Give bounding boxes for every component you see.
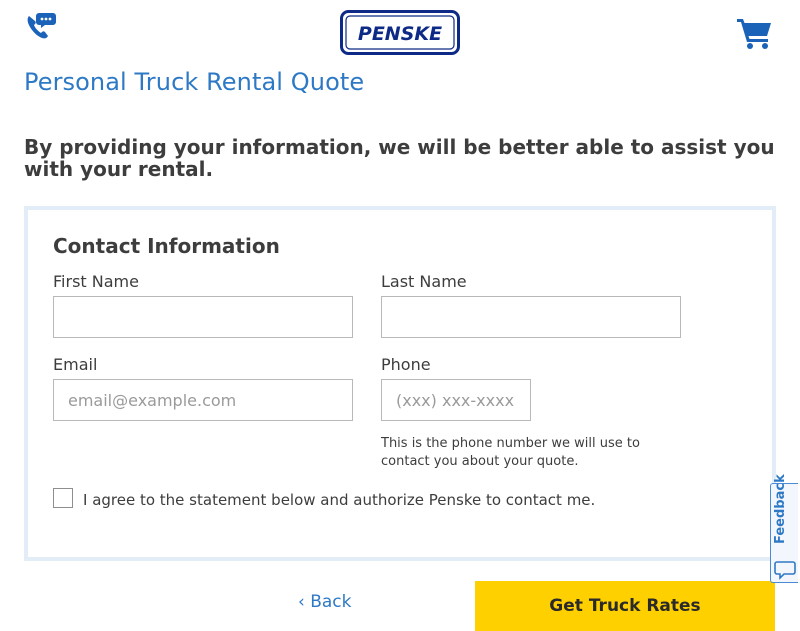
contact-information-card: Contact Information First Name Last Name…	[24, 206, 776, 561]
feedback-tab[interactable]: Feedback	[770, 474, 798, 583]
penske-logo[interactable]: PENSKE	[340, 10, 460, 55]
consent-checkbox[interactable]	[53, 488, 73, 508]
phone-hint: This is the phone number we will use to …	[381, 436, 640, 469]
section-title: Contact Information	[53, 234, 280, 258]
get-truck-rates-button[interactable]: Get Truck Rates	[475, 581, 775, 631]
shopping-cart-icon[interactable]	[736, 16, 774, 50]
first-name-label: First Name	[53, 272, 139, 291]
last-name-input[interactable]	[381, 296, 681, 338]
phone-chat-icon[interactable]	[24, 10, 56, 42]
last-name-label: Last Name	[381, 272, 467, 291]
phone-label: Phone	[381, 355, 431, 374]
page-title: Personal Truck Rental Quote	[24, 68, 365, 96]
email-input[interactable]	[53, 379, 353, 421]
feedback-label: Feedback	[773, 474, 788, 544]
phone-input[interactable]	[381, 379, 531, 421]
back-link[interactable]: ‹ Back	[298, 592, 351, 612]
email-label: Email	[53, 355, 98, 374]
logo-text: PENSKE	[358, 23, 442, 45]
first-name-input[interactable]	[53, 296, 353, 338]
intro-text: By providing your information, we will b…	[24, 135, 775, 181]
speech-bubble-icon	[774, 561, 796, 580]
consent-label[interactable]: I agree to the statement below and autho…	[83, 491, 595, 509]
